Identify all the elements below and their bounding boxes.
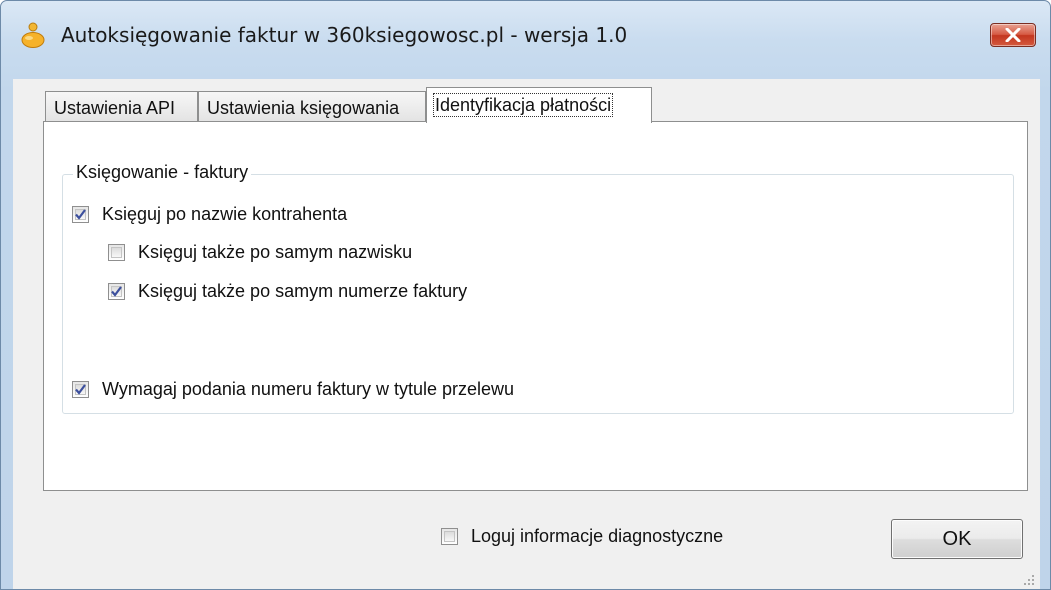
checkmark-icon: [75, 209, 86, 220]
tab-label: Ustawienia księgowania: [207, 98, 400, 118]
option-label: Wymagaj podania numeru faktury w tytule …: [102, 379, 515, 399]
close-button[interactable]: [990, 23, 1036, 47]
option-post-by-surname[interactable]: Księguj także po samym nazwisku: [108, 242, 412, 263]
diagnostics-checkbox[interactable]: [441, 528, 458, 545]
resize-grip-icon[interactable]: [1022, 573, 1036, 587]
close-icon: [1005, 28, 1021, 42]
checkbox[interactable]: [108, 244, 125, 261]
checkbox[interactable]: [108, 283, 125, 300]
checkbox[interactable]: [72, 381, 89, 398]
tab-api-settings[interactable]: Ustawienia API: [45, 91, 198, 122]
title-bar[interactable]: Autoksięgowanie faktur w 360ksiegowosc.p…: [1, 1, 1050, 79]
tab-panel: Księgowanie - faktury Księguj po nazwie …: [43, 121, 1028, 491]
invoice-posting-group: Księgowanie - faktury Księguj po nazwie …: [62, 162, 1014, 414]
tab-accounting-settings[interactable]: Ustawienia księgowania: [198, 91, 426, 122]
group-title: Księgowanie - faktury: [73, 162, 252, 183]
tab-label: Identyfikacja płatności: [432, 93, 614, 117]
option-require-invoice-number[interactable]: Wymagaj podania numeru faktury w tytule …: [72, 379, 514, 400]
option-label: Księguj także po samym numerze faktury: [138, 281, 468, 301]
client-area: Ustawienia API Ustawienia księgowania Id…: [13, 79, 1040, 589]
app-icon: [20, 22, 46, 48]
option-label: Księguj po nazwie kontrahenta: [102, 204, 348, 224]
ok-button[interactable]: OK: [891, 519, 1023, 559]
option-label: Księguj także po samym nazwisku: [138, 242, 413, 262]
checkmark-icon: [111, 286, 122, 297]
app-window: Autoksięgowanie faktur w 360ksiegowosc.p…: [0, 0, 1051, 590]
tab-payment-identification[interactable]: Identyfikacja płatności: [426, 87, 652, 123]
tab-label: Ustawienia API: [54, 98, 176, 118]
checkbox[interactable]: [72, 206, 89, 223]
option-post-by-invoice-number[interactable]: Księguj także po samym numerze faktury: [108, 281, 467, 302]
diagnostics-label: Loguj informacje diagnostyczne: [471, 526, 724, 546]
option-post-by-contractor-name[interactable]: Księguj po nazwie kontrahenta: [72, 204, 347, 225]
window-title: Autoksięgowanie faktur w 360ksiegowosc.p…: [61, 23, 628, 47]
checkmark-icon: [75, 384, 86, 395]
diagnostics-option[interactable]: Loguj informacje diagnostyczne: [441, 526, 723, 547]
